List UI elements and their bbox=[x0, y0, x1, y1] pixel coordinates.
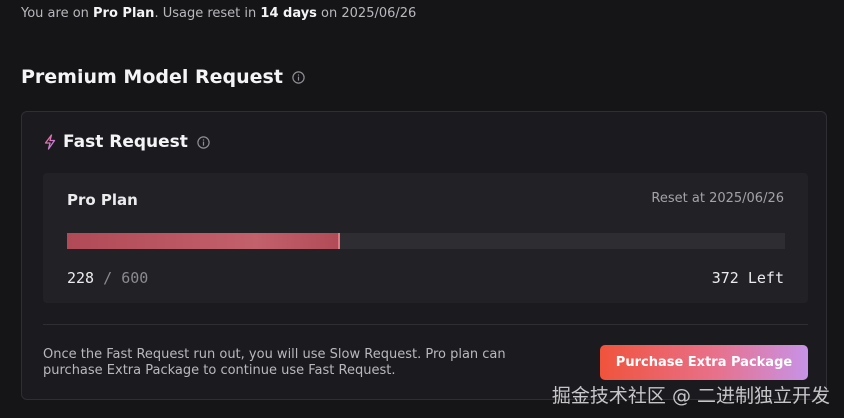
lightning-icon bbox=[43, 134, 57, 150]
usage-panel: Pro Plan Reset at 2025/06/26 228 / 600 3… bbox=[43, 173, 808, 303]
divider bbox=[43, 324, 808, 325]
plan-status-line: You are on Pro Plan. Usage reset in 14 d… bbox=[21, 6, 416, 21]
fast-request-card: Fast Request Pro Plan Reset at 2025/06/2… bbox=[21, 111, 827, 400]
usage-page: You are on Pro Plan. Usage reset in 14 d… bbox=[0, 0, 844, 418]
usage-separator: / bbox=[103, 269, 113, 287]
card-title: Fast Request bbox=[43, 132, 210, 152]
section-title: Premium Model Request bbox=[21, 66, 305, 88]
plan-middle: . Usage reset in bbox=[154, 6, 261, 21]
usage-plan-name: Pro Plan bbox=[67, 191, 138, 209]
reset-date: Reset at 2025/06/26 bbox=[651, 191, 784, 206]
usage-progress-fill bbox=[67, 233, 340, 249]
reset-days: 14 days bbox=[260, 6, 317, 21]
info-icon[interactable] bbox=[197, 135, 210, 149]
section-title-text: Premium Model Request bbox=[21, 66, 283, 88]
total-count: 600 bbox=[121, 269, 149, 287]
used-count: 228 bbox=[67, 269, 95, 287]
fast-request-note: Once the Fast Request run out, you will … bbox=[43, 347, 506, 378]
remaining-count: 372 Left bbox=[711, 269, 784, 287]
card-title-text: Fast Request bbox=[63, 132, 188, 152]
plan-name: Pro Plan bbox=[93, 6, 155, 21]
plan-suffix: on 2025/06/26 bbox=[316, 6, 417, 21]
info-icon[interactable] bbox=[292, 70, 305, 84]
watermark: 掘金技术社区 @ 二进制独立开发 bbox=[551, 385, 830, 407]
purchase-extra-package-button[interactable]: Purchase Extra Package bbox=[600, 345, 808, 380]
plan-prefix: You are on bbox=[21, 6, 94, 21]
usage-count: 228 / 600 bbox=[67, 269, 148, 287]
usage-progress-bar bbox=[67, 233, 785, 249]
